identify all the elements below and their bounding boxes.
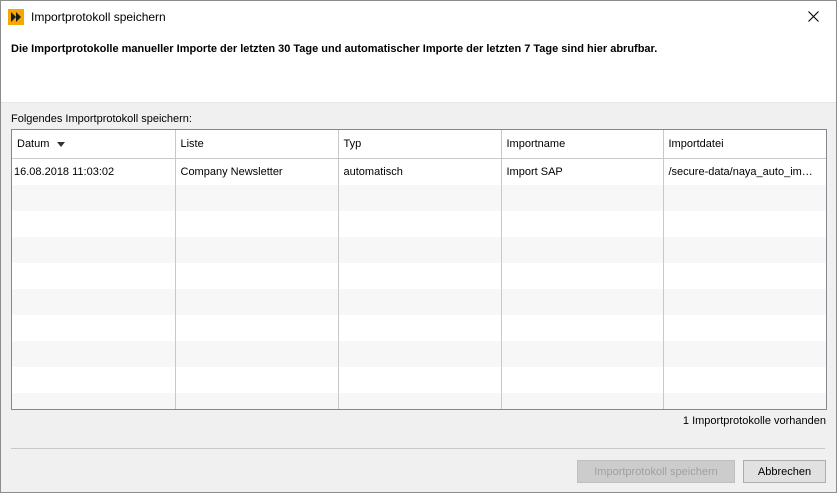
empty-row [12,211,826,237]
column-header-liste[interactable]: Liste [175,130,339,159]
section-label: Folgendes Importprotokoll speichern: [11,113,192,125]
window-title: Importprotokoll speichern [31,9,166,24]
close-icon [807,11,819,22]
header-area: Die Importprotokolle manueller Importe d… [1,32,836,103]
cell-typ: automatisch [338,158,502,185]
empty-row [12,185,826,211]
empty-row [12,315,826,341]
column-header-importdatei[interactable]: Importdatei [663,130,826,159]
save-import-log-button[interactable]: Importprotokoll speichern [577,460,735,483]
header-description: Die Importprotokolle manueller Importe d… [11,43,658,55]
table-row[interactable]: 16.08.2018 11:03:02 Company Newsletter a… [12,158,826,185]
cell-importname: Import SAP [501,158,664,185]
cell-liste: Company Newsletter [175,158,339,185]
column-header-typ[interactable]: Typ [338,130,502,159]
empty-row [12,263,826,289]
column-header-importname[interactable]: Importname [501,130,664,159]
title-bar[interactable]: Importprotokoll speichern [1,1,836,32]
empty-row [12,393,826,409]
column-header-datum[interactable]: Datum [12,130,176,159]
empty-row [12,367,826,393]
empty-row [12,341,826,367]
divider [11,448,825,449]
cancel-button[interactable]: Abbrechen [743,460,826,483]
empty-row [12,237,826,263]
sort-descending-icon [57,141,66,147]
table-header-row: Datum Liste Typ Importname Importdatei [12,130,826,159]
import-log-table[interactable]: Datum Liste Typ Importname Importdatei 1… [11,129,827,410]
record-count: 1 Importprotokolle vorhanden [682,415,826,427]
dialog-window: Importprotokoll speichern Die Importprot… [0,0,837,493]
close-button[interactable] [790,1,836,32]
cell-importdatei: /secure-data/naya_auto_im… [668,166,813,178]
app-logo-icon [8,8,24,25]
cell-datum: 16.08.2018 11:03:02 [12,158,176,185]
empty-row [12,289,826,315]
